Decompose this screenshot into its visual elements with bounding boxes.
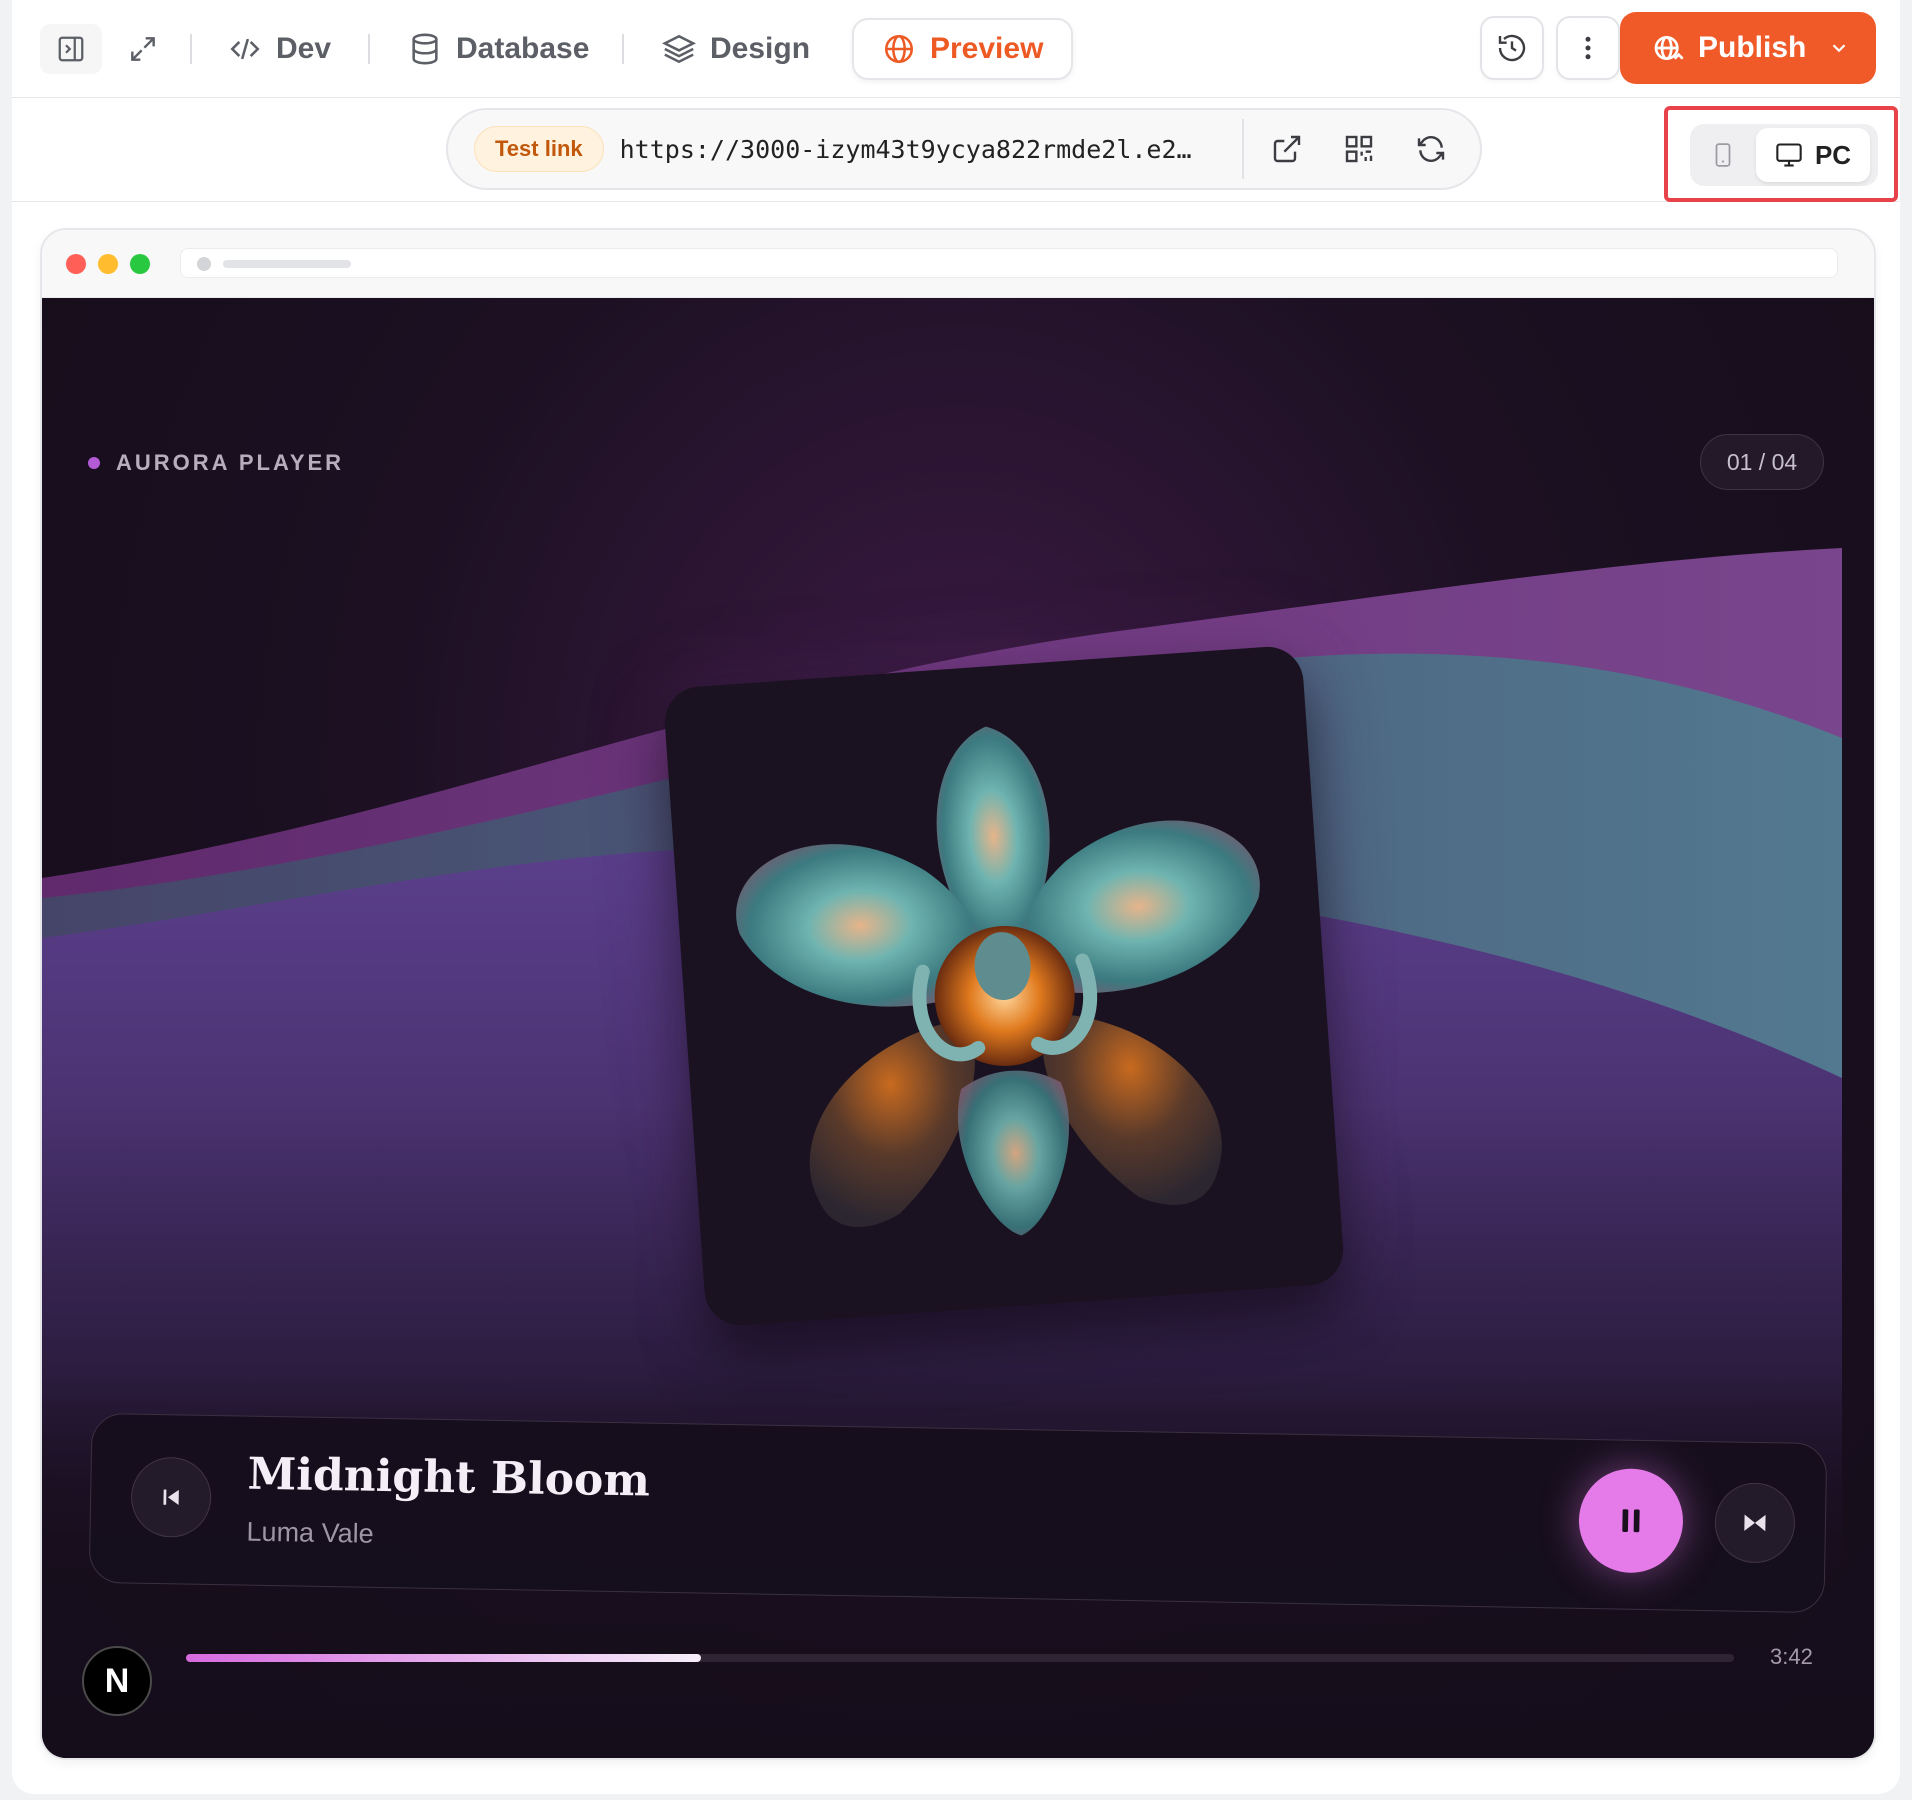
track-artist: Luma Vale <box>246 1516 374 1549</box>
tab-preview[interactable]: Preview <box>852 18 1074 80</box>
mobile-icon <box>1715 143 1731 167</box>
music-player-app: AURORA PLAYER 01 / 04 Midnight Bloom Lum… <box>42 298 1874 1758</box>
preview-url[interactable]: https://3000-izym43t9ycya822rmde2l.e2… <box>620 135 1220 164</box>
mobile-view-button[interactable] <box>1690 124 1756 186</box>
layers-icon <box>662 34 696 64</box>
browser-preview-frame: AURORA PLAYER 01 / 04 Midnight Bloom Lum… <box>40 228 1876 1760</box>
qr-code-icon <box>1345 135 1372 163</box>
app-window: Dev Database Design Preview Publish Test… <box>12 0 1900 1794</box>
url-pill: Test link https://3000-izym43t9ycya822rm… <box>446 108 1482 190</box>
tab-label: Dev <box>276 32 332 65</box>
tab-dev[interactable]: Dev <box>218 18 341 80</box>
browser-address-bar <box>180 248 1838 278</box>
top-toolbar: Dev Database Design Preview Publish <box>12 0 1900 98</box>
toggle-sidebar-button[interactable] <box>40 24 102 74</box>
maximize-dot <box>130 254 150 274</box>
progress-fill <box>186 1654 702 1662</box>
minimize-dot <box>98 254 118 274</box>
tab-label: Database <box>456 32 590 65</box>
open-external-button[interactable] <box>1258 120 1316 178</box>
previous-track-button[interactable] <box>130 1456 212 1538</box>
divider <box>622 34 624 64</box>
chevron-down-icon <box>1833 44 1846 53</box>
address-placeholder-line <box>223 260 351 268</box>
next-track-button[interactable] <box>1714 1482 1796 1564</box>
refresh-button[interactable] <box>1402 120 1460 178</box>
more-vertical-icon <box>1585 36 1591 60</box>
pc-view-button[interactable]: PC <box>1756 128 1870 182</box>
brand-dot <box>88 457 100 469</box>
preview-url-bar: Test link https://3000-izym43t9ycya822rm… <box>12 98 1900 202</box>
progress-bar[interactable] <box>186 1654 1734 1662</box>
track-counter: 01 / 04 <box>1700 434 1824 490</box>
pc-label: PC <box>1814 139 1852 170</box>
database-icon <box>412 33 438 65</box>
framework-badge[interactable]: N <box>82 1646 152 1716</box>
sidebar-icon <box>58 36 84 62</box>
album-cover <box>662 644 1346 1328</box>
skip-forward-icon <box>1744 1514 1766 1532</box>
divider <box>190 34 192 64</box>
tab-label: Design <box>710 32 811 65</box>
expand-icon <box>131 37 155 61</box>
history-icon <box>1498 34 1526 62</box>
orchid-artwork <box>736 726 1260 1236</box>
player-bar: Midnight Bloom Luma Vale <box>88 1412 1828 1614</box>
device-toggle: PC <box>1690 124 1878 186</box>
globe-icon <box>884 34 914 64</box>
more-options-button[interactable] <box>1556 16 1620 80</box>
close-dot <box>66 254 86 274</box>
skip-back-icon <box>163 1489 179 1505</box>
publish-label: Publish <box>1698 31 1807 64</box>
browser-chrome <box>42 230 1874 298</box>
external-link-icon <box>1273 135 1300 163</box>
address-dot <box>197 257 211 271</box>
expand-button[interactable] <box>112 24 174 74</box>
test-link-badge: Test link <box>474 126 604 172</box>
publish-button[interactable]: Publish <box>1620 12 1876 84</box>
history-button[interactable] <box>1480 16 1544 80</box>
pause-icon <box>1622 1509 1640 1533</box>
code-icon <box>230 38 260 60</box>
tab-design[interactable]: Design <box>652 18 820 80</box>
divider <box>1241 119 1244 179</box>
refresh-icon <box>1417 136 1444 162</box>
monitor-icon <box>1776 143 1802 167</box>
divider <box>368 34 370 64</box>
tab-database[interactable]: Database <box>398 18 599 80</box>
device-toggle-highlight: PC <box>1664 106 1898 202</box>
qr-code-button[interactable] <box>1330 120 1388 178</box>
pause-button[interactable] <box>1578 1467 1684 1574</box>
brand-name: AURORA PLAYER <box>116 450 345 475</box>
globe-upload-icon <box>1654 36 1684 60</box>
track-title: Midnight Bloom <box>247 1448 651 1507</box>
tab-label: Preview <box>930 32 1044 65</box>
brand: AURORA PLAYER <box>88 450 344 476</box>
track-duration: 3:42 <box>1770 1644 1813 1669</box>
